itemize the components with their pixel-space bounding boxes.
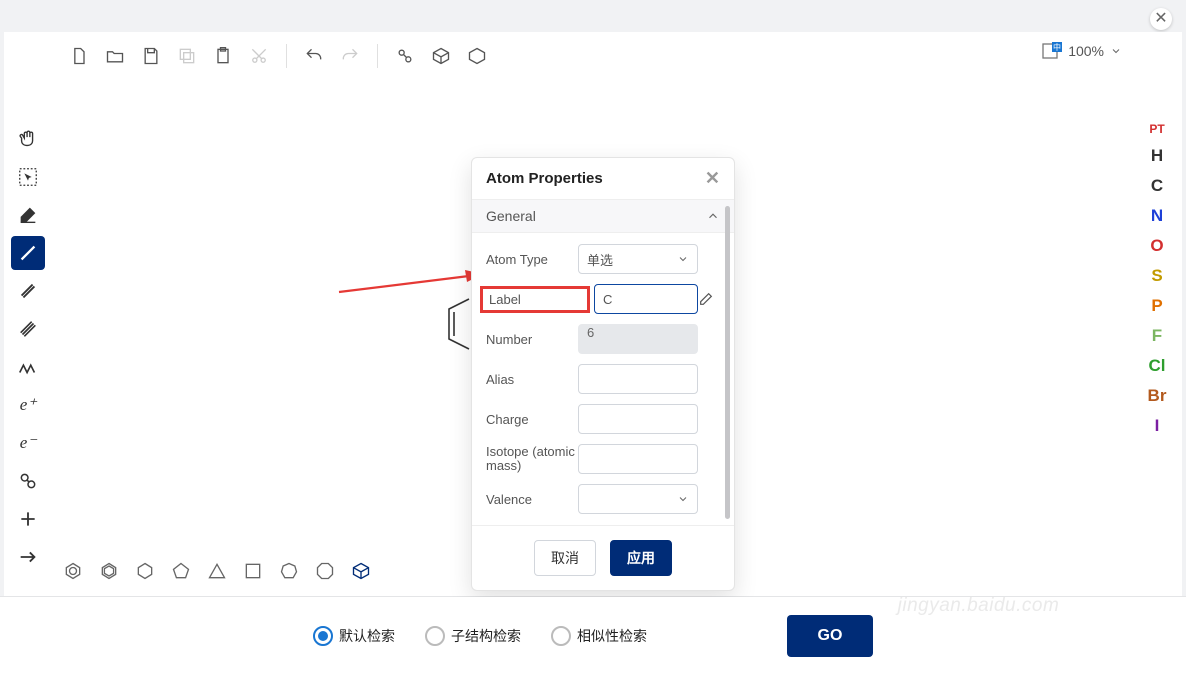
dialog-close-icon[interactable]: ✕ [705, 168, 720, 189]
radio-similarity-search[interactable]: 相似性检索 [551, 626, 647, 646]
label-label: Label [480, 286, 590, 313]
hand-tool-icon[interactable] [11, 122, 45, 156]
copy-icon [172, 41, 202, 71]
cancel-button[interactable]: 取消 [534, 540, 596, 576]
ime-icon: 中 [1042, 42, 1062, 60]
pentagon-icon[interactable] [166, 556, 196, 586]
paste-icon[interactable] [208, 41, 238, 71]
number-label: Number [486, 332, 578, 347]
element-rail: PT H C N O S P F Cl Br I [1136, 122, 1178, 436]
go-button[interactable]: GO [787, 615, 873, 657]
dialog-scrollbar[interactable] [725, 206, 730, 519]
undo-icon[interactable] [299, 41, 329, 71]
separator [286, 44, 287, 68]
dialog-title: Atom Properties [486, 170, 603, 187]
radio-substructure-search[interactable]: 子结构检索 [425, 626, 521, 646]
marquee-select-icon[interactable] [11, 160, 45, 194]
editor-panel: 中 100% e⁺ e⁻ PT H C N O S P F Cl Br I [4, 32, 1182, 596]
radio-default-search[interactable]: 默认检索 [313, 626, 395, 646]
eraser-icon[interactable] [11, 198, 45, 232]
charge-input[interactable] [578, 404, 698, 434]
octagon-icon[interactable] [310, 556, 340, 586]
section-general[interactable]: General [472, 200, 734, 233]
triangle-icon[interactable] [202, 556, 232, 586]
triple-bond-tool[interactable] [11, 312, 45, 346]
row-number: Number 6 [486, 319, 720, 359]
search-bar: 默认检索 子结构检索 相似性检索 GO [0, 597, 1186, 675]
redo-icon [335, 41, 365, 71]
top-toolbar [64, 38, 1122, 74]
chevron-down-icon [677, 493, 689, 505]
periodic-table-button[interactable]: PT [1142, 122, 1172, 136]
label-input[interactable] [594, 284, 698, 314]
element-O[interactable]: O [1142, 236, 1172, 256]
atom-type-select[interactable]: 单选 [578, 244, 698, 274]
valence-label: Valence [486, 492, 578, 507]
chevron-down-icon [1110, 45, 1122, 57]
valence-select[interactable] [578, 484, 698, 514]
isotope-label: Isotope (atomic mass) [486, 445, 578, 473]
alias-input[interactable] [578, 364, 698, 394]
charge-label: Charge [486, 412, 578, 427]
open-icon[interactable] [100, 41, 130, 71]
double-bond-tool[interactable] [11, 274, 45, 308]
chevron-down-icon [677, 253, 689, 265]
charge-minus-tool[interactable]: e⁻ [11, 426, 45, 460]
element-S[interactable]: S [1142, 266, 1172, 286]
hexagon-icon[interactable] [130, 556, 160, 586]
filled-hexagon-icon[interactable] [94, 556, 124, 586]
window-close-button[interactable]: ✕ [1150, 8, 1172, 30]
annotation-arrow [337, 264, 487, 304]
row-isotope: Isotope (atomic mass) [486, 439, 720, 479]
section-label: General [486, 208, 536, 224]
3d-cube-outline-icon[interactable] [462, 41, 492, 71]
square-icon[interactable] [238, 556, 268, 586]
row-alias: Alias [486, 359, 720, 399]
element-H[interactable]: H [1142, 146, 1172, 166]
new-file-icon[interactable] [64, 41, 94, 71]
element-Cl[interactable]: Cl [1142, 356, 1172, 376]
single-bond-tool[interactable] [11, 236, 45, 270]
row-label: Label [486, 279, 720, 319]
atom-type-value: 单选 [587, 250, 613, 269]
number-input: 6 [578, 324, 698, 354]
element-N[interactable]: N [1142, 206, 1172, 226]
zoom-indicator[interactable]: 中 100% [1042, 42, 1122, 60]
chevron-up-icon [706, 209, 720, 223]
charge-plus-tool[interactable]: e⁺ [11, 388, 45, 422]
element-C[interactable]: C [1142, 176, 1172, 196]
row-charge: Charge [486, 399, 720, 439]
save-icon[interactable] [136, 41, 166, 71]
rgroup-tool-icon[interactable] [11, 464, 45, 498]
edit-icon[interactable] [698, 291, 720, 307]
radio-label: 相似性检索 [577, 626, 647, 646]
apply-button[interactable]: 应用 [610, 540, 672, 576]
3d-cube-filled-icon[interactable] [426, 41, 456, 71]
svg-text:中: 中 [1053, 42, 1061, 52]
atom-properties-dialog: Atom Properties ✕ General Atom Type 单选 [471, 157, 735, 591]
left-toolbar: e⁺ e⁻ [6, 122, 50, 574]
element-Br[interactable]: Br [1142, 386, 1172, 406]
zoom-value: 100% [1068, 43, 1104, 59]
bottom-toolbar [58, 550, 376, 592]
alias-label: Alias [486, 372, 578, 387]
chain-tool-icon[interactable] [11, 350, 45, 384]
isotope-input[interactable] [578, 444, 698, 474]
plus-tool-icon[interactable] [11, 502, 45, 536]
template-cube-icon[interactable] [346, 556, 376, 586]
atom-type-label: Atom Type [486, 252, 578, 267]
element-F[interactable]: F [1142, 326, 1172, 346]
settings-cog-icon[interactable] [390, 41, 420, 71]
benzene-ring-icon[interactable] [58, 556, 88, 586]
element-P[interactable]: P [1142, 296, 1172, 316]
element-I[interactable]: I [1142, 416, 1172, 436]
cut-icon [244, 41, 274, 71]
row-valence: Valence [486, 479, 720, 519]
radio-label: 默认检索 [339, 626, 395, 646]
heptagon-icon[interactable] [274, 556, 304, 586]
row-atom-type: Atom Type 单选 [486, 239, 720, 279]
reaction-arrow-tool-icon[interactable] [11, 540, 45, 574]
radio-label: 子结构检索 [451, 626, 521, 646]
separator [377, 44, 378, 68]
